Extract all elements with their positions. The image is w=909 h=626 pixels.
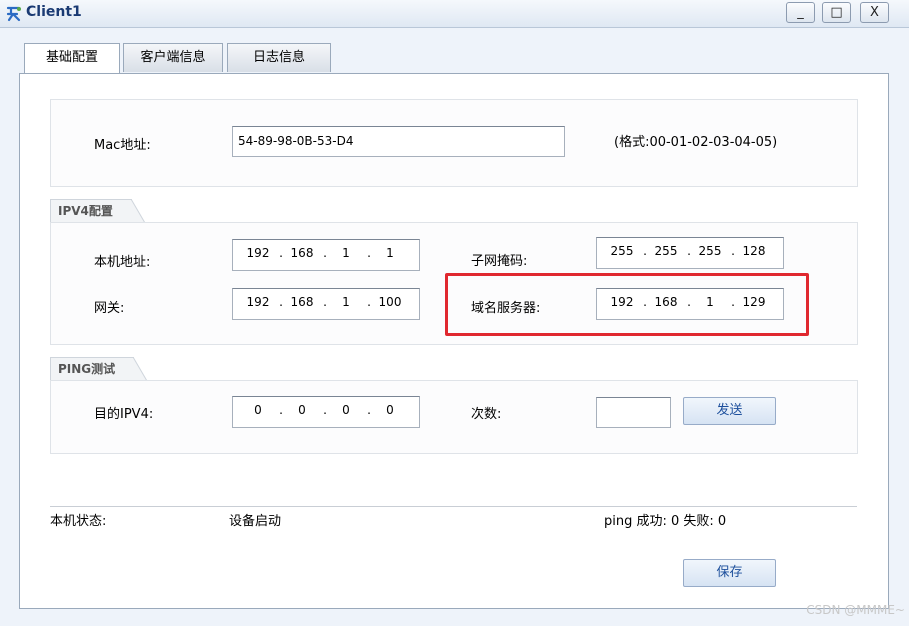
- ipv4-legend-text: IPV4配置: [58, 204, 113, 218]
- host-ip-octet-2: 168: [290, 246, 314, 260]
- ip-dot: .: [279, 246, 283, 260]
- mac-format-hint: (格式:00-01-02-03-04-05): [614, 135, 778, 150]
- mask-octet-4: 128: [742, 244, 766, 258]
- mask-octet-2: 255: [654, 244, 678, 258]
- status-separator: [50, 506, 857, 507]
- gateway-octet-3: 1: [342, 295, 350, 309]
- mask-octet-3: 255: [698, 244, 722, 258]
- gateway-octet-1: 192: [246, 295, 270, 309]
- ip-dot: .: [323, 246, 327, 260]
- dest-octet-1: 0: [254, 403, 262, 417]
- mac-label: Mac地址:: [94, 138, 151, 153]
- csdn-watermark: CSDN @MMME~: [806, 603, 905, 617]
- client-window: Client1 _ □ X 基础配置 客户端信息 日志信息 Mac地址: 54-…: [0, 0, 909, 626]
- ping-count-input[interactable]: [596, 397, 671, 428]
- ip-dot: .: [279, 403, 283, 417]
- device-status-value: 设备启动: [229, 514, 282, 529]
- host-address-input[interactable]: 192. 168. 1. 1: [232, 239, 420, 271]
- tab-basic-config[interactable]: 基础配置: [24, 43, 120, 74]
- host-ip-octet-1: 192: [246, 246, 270, 260]
- ip-dot: .: [731, 244, 735, 258]
- tab-client-info[interactable]: 客户端信息: [123, 43, 223, 72]
- ip-dot: .: [687, 244, 691, 258]
- window-title: Client1: [26, 4, 82, 20]
- tab-log-info[interactable]: 日志信息: [227, 43, 331, 72]
- ping-legend-corner: [133, 357, 147, 381]
- host-ip-octet-3: 1: [342, 246, 350, 260]
- gateway-octet-4: 100: [378, 295, 402, 309]
- device-status-label: 本机状态:: [50, 514, 107, 529]
- dest-octet-4: 0: [386, 403, 394, 417]
- maximize-button[interactable]: □: [822, 2, 851, 23]
- dest-ipv4-label: 目的IPV4:: [94, 407, 154, 422]
- send-button[interactable]: 发送: [683, 397, 776, 425]
- count-label: 次数:: [471, 407, 502, 422]
- gateway-octet-2: 168: [290, 295, 314, 309]
- title-bar[interactable]: Client1 _ □ X: [0, 0, 909, 28]
- ipv4-legend-corner: [131, 199, 145, 223]
- ip-dot: .: [279, 295, 283, 309]
- close-button[interactable]: X: [860, 2, 889, 23]
- gateway-input[interactable]: 192. 168. 1. 100: [232, 288, 420, 320]
- ip-dot: .: [323, 295, 327, 309]
- ping-result-text: ping 成功: 0 失败: 0: [604, 514, 727, 529]
- close-icon: X: [870, 5, 879, 20]
- dest-ipv4-input[interactable]: 0. 0. 0. 0: [232, 396, 420, 428]
- host-address-label: 本机地址:: [94, 255, 151, 270]
- ip-dot: .: [367, 403, 371, 417]
- subnet-mask-input[interactable]: 255. 255. 255. 128: [596, 237, 784, 269]
- ip-dot: .: [323, 403, 327, 417]
- maximize-icon: □: [830, 5, 843, 20]
- minimize-icon: _: [797, 5, 804, 20]
- client-app-icon: [6, 6, 21, 22]
- mac-address-input[interactable]: 54-89-98-0B-53-D4: [232, 126, 565, 157]
- gateway-label: 网关:: [94, 301, 125, 316]
- dns-highlight-box: [445, 273, 809, 336]
- ping-legend-text: PING测试: [58, 362, 116, 376]
- ip-dot: .: [643, 244, 647, 258]
- save-button[interactable]: 保存: [683, 559, 776, 587]
- ip-dot: .: [367, 246, 371, 260]
- subnet-mask-label: 子网掩码:: [471, 254, 528, 269]
- mask-octet-1: 255: [610, 244, 634, 258]
- dest-octet-3: 0: [342, 403, 350, 417]
- ping-legend: PING测试: [50, 357, 134, 381]
- host-ip-octet-4: 1: [386, 246, 394, 260]
- ipv4-legend: IPV4配置: [50, 199, 132, 223]
- dest-octet-2: 0: [298, 403, 306, 417]
- minimize-button[interactable]: _: [786, 2, 815, 23]
- ip-dot: .: [367, 295, 371, 309]
